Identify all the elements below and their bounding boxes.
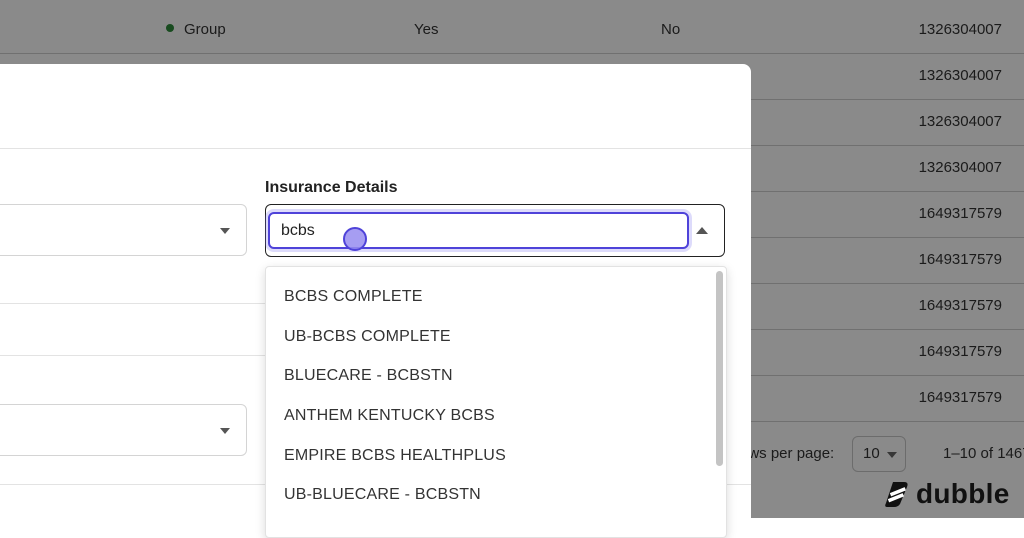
insurance-option[interactable]: UB-BLUECARE - BCBSTN <box>284 475 481 515</box>
insurance-option[interactable]: ANTHEM KENTUCKY BCBS <box>284 396 495 436</box>
dropdown-scrollbar[interactable] <box>716 271 723 466</box>
insurance-search-input[interactable] <box>268 212 689 249</box>
mouse-cursor <box>343 227 367 251</box>
dubble-logo-text: dubble <box>916 478 1010 509</box>
left-select-field[interactable] <box>0 404 247 456</box>
insurance-option[interactable]: EMPIRE BCBS HEALTHPLUS <box>284 436 506 476</box>
dubble-logo: dubble <box>884 478 1010 509</box>
section-divider <box>0 355 265 356</box>
dubble-logo-icon <box>885 482 908 507</box>
insurance-option[interactable]: BCBS COMPLETE <box>284 277 423 317</box>
insurance-option[interactable]: BLUECARE - BCBSTN <box>284 356 453 396</box>
insurance-options-list: BCBS COMPLETE UB-BCBS COMPLETE BLUECARE … <box>265 266 727 538</box>
left-select-field[interactable] <box>0 204 247 256</box>
section-divider <box>0 303 265 304</box>
chevron-down-icon <box>220 428 230 434</box>
insurance-option[interactable]: UB-BCBS COMPLETE <box>284 317 451 357</box>
insurance-combobox[interactable] <box>265 204 725 257</box>
insurance-details-label: Insurance Details <box>265 179 398 196</box>
chevron-down-icon <box>220 228 230 234</box>
chevron-up-icon[interactable] <box>696 227 708 234</box>
modal-header-divider <box>0 148 751 149</box>
